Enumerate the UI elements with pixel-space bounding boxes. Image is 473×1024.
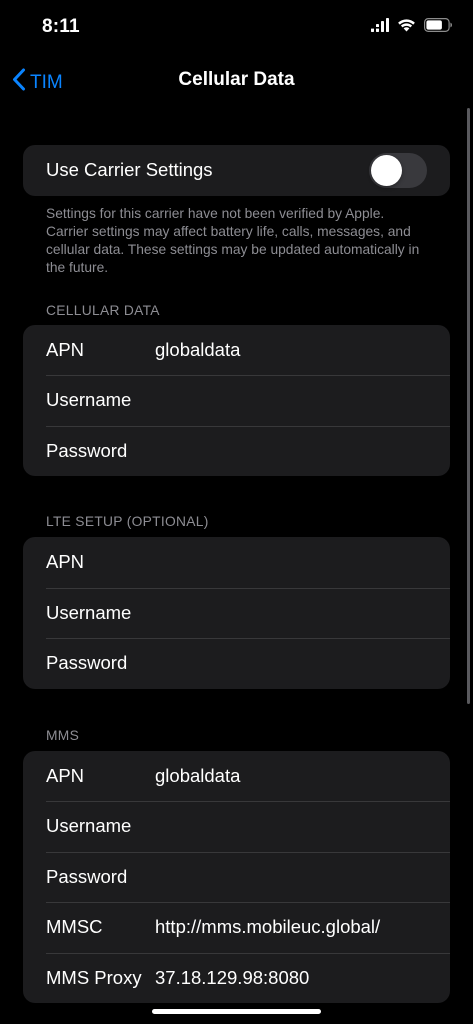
settings-content: Use Carrier Settings Settings for this c… — [0, 145, 473, 1003]
home-indicator[interactable] — [152, 1009, 321, 1014]
cellular-username-row[interactable]: Username — [23, 375, 450, 426]
field-label: APN — [46, 551, 85, 573]
use-carrier-settings-toggle[interactable] — [369, 153, 427, 188]
mms-header: MMS — [46, 727, 80, 743]
field-label: Password — [46, 652, 128, 674]
cellular-apn-row[interactable]: APN globaldata — [23, 325, 450, 376]
lte-setup-group: APN Username Password — [23, 537, 450, 689]
cellular-data-group: APN globaldata Username Password — [23, 324, 450, 477]
field-label: MMS Proxy — [46, 966, 142, 988]
lte-username-row[interactable]: Username — [23, 587, 450, 639]
use-carrier-settings-row: Use Carrier Settings — [23, 145, 450, 196]
mmsc-row[interactable]: MMSC http://mms.mobileuc.global/ — [23, 902, 450, 953]
field-label: APN — [46, 338, 85, 360]
use-carrier-settings-label: Use Carrier Settings — [46, 159, 213, 181]
scroll-indicator[interactable] — [467, 108, 470, 704]
navigation-bar: TIM Cellular Data — [0, 56, 473, 104]
field-label: Password — [46, 865, 128, 887]
mms-apn-row[interactable]: APN globaldata — [23, 751, 450, 802]
cellular-password-row[interactable]: Password — [23, 425, 450, 477]
signal-icon — [371, 18, 389, 37]
carrier-footnote: Settings for this carrier have not been … — [46, 205, 420, 275]
wifi-icon — [397, 18, 416, 37]
field-label: APN — [46, 764, 85, 786]
mms-group: APN globaldata Username Password MMSC ht… — [23, 750, 450, 1004]
cellular-apn-field[interactable]: globaldata — [155, 339, 240, 361]
mms-proxy-field[interactable]: 37.18.129.98:8080 — [155, 967, 309, 989]
mms-apn-field[interactable]: globaldata — [155, 765, 240, 787]
mmsc-field[interactable]: http://mms.mobileuc.global/ — [155, 916, 380, 938]
field-label: Username — [46, 601, 132, 623]
lte-setup-header: LTE SETUP (OPTIONAL) — [46, 514, 209, 529]
status-icons — [371, 18, 453, 37]
carrier-settings-group: Use Carrier Settings — [23, 145, 450, 196]
page-title: Cellular Data — [178, 69, 295, 90]
mms-username-row[interactable]: Username — [23, 801, 450, 852]
lte-apn-row[interactable]: APN — [23, 537, 450, 588]
field-label: Password — [46, 439, 128, 461]
status-bar: 8:11 — [0, 0, 473, 56]
mms-proxy-row[interactable]: MMS Proxy 37.18.129.98:8080 — [23, 952, 450, 1004]
status-time: 8:11 — [42, 16, 80, 37]
cellular-data-header: CELLULAR DATA — [46, 302, 160, 318]
mms-password-row[interactable]: Password — [23, 851, 450, 903]
field-label: Username — [46, 389, 132, 411]
battery-icon — [424, 18, 453, 37]
toggle-knob — [371, 155, 402, 186]
field-label: Username — [46, 815, 132, 837]
lte-password-row[interactable]: Password — [23, 638, 450, 689]
field-label: MMSC — [46, 916, 103, 938]
